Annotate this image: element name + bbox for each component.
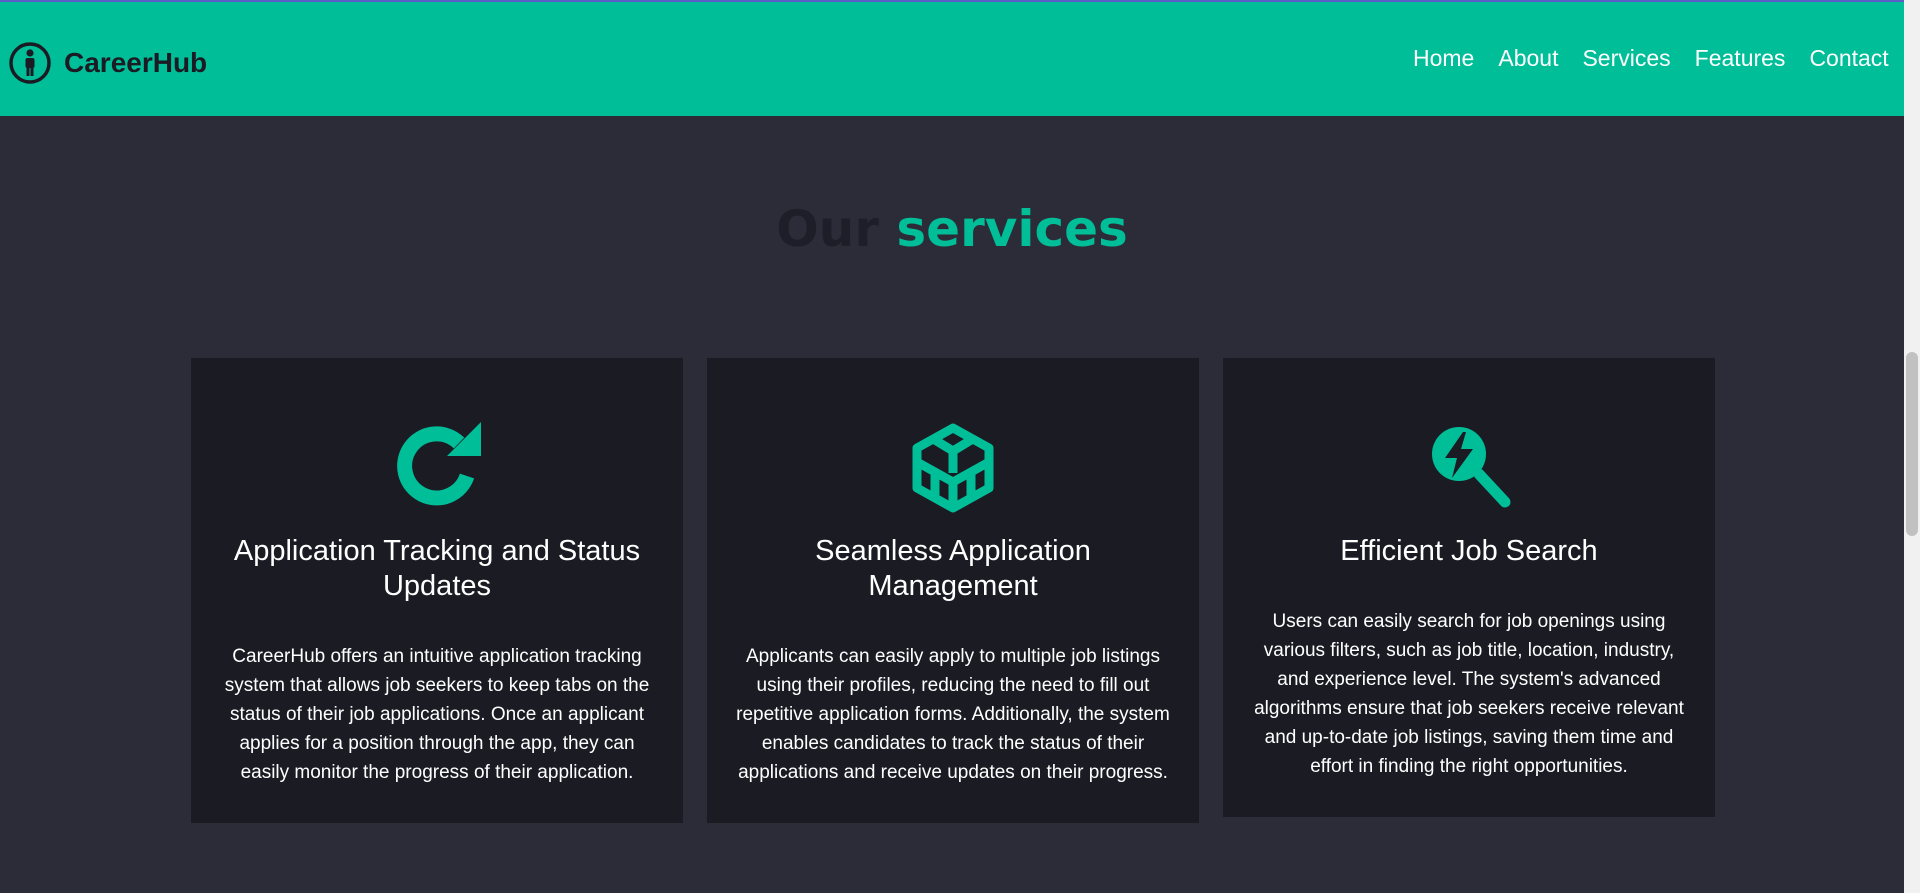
navbar: CareerHub Home About Services Features C… [0, 2, 1904, 116]
card-title: Efficient Job Search [1340, 535, 1598, 567]
nav-link-about[interactable]: About [1498, 45, 1558, 72]
service-card-job-search: Efficient Job Search Users can easily se… [1223, 358, 1715, 817]
nav-link-contact[interactable]: Contact [1809, 45, 1888, 72]
brand[interactable]: CareerHub [8, 39, 207, 87]
nav-link-services[interactable]: Services [1582, 45, 1670, 72]
scrollbar-thumb[interactable] [1906, 352, 1918, 536]
card-description: Users can easily search for job openings… [1254, 611, 1684, 777]
nav-link-features[interactable]: Features [1695, 45, 1786, 72]
section-title-highlight: services [896, 200, 1128, 258]
service-card-management: Seamless Application Management Applican… [707, 358, 1199, 823]
service-card-tracking: Application Tracking and Status Updates … [191, 358, 683, 823]
brand-name: CareerHub [64, 47, 208, 78]
card-title: Seamless Application Management [815, 535, 1091, 602]
search-bolt-icon [1432, 427, 1511, 508]
section-title: Our services [0, 200, 1904, 258]
person-in-circle-icon [9, 42, 51, 84]
card-title: Application Tracking and Status Updates [233, 535, 641, 602]
vertical-scrollbar[interactable] [1904, 0, 1920, 893]
nav-link-home[interactable]: Home [1413, 45, 1474, 72]
card-description: Applicants can easily apply to multiple … [736, 646, 1170, 783]
cube-icon [912, 423, 994, 513]
nav-menu: Home About Services Features Contact [1413, 45, 1913, 72]
section-title-prefix: Our [776, 200, 879, 258]
refresh-icon [397, 422, 481, 506]
card-description: CareerHub offers an intuitive applicatio… [224, 646, 650, 783]
